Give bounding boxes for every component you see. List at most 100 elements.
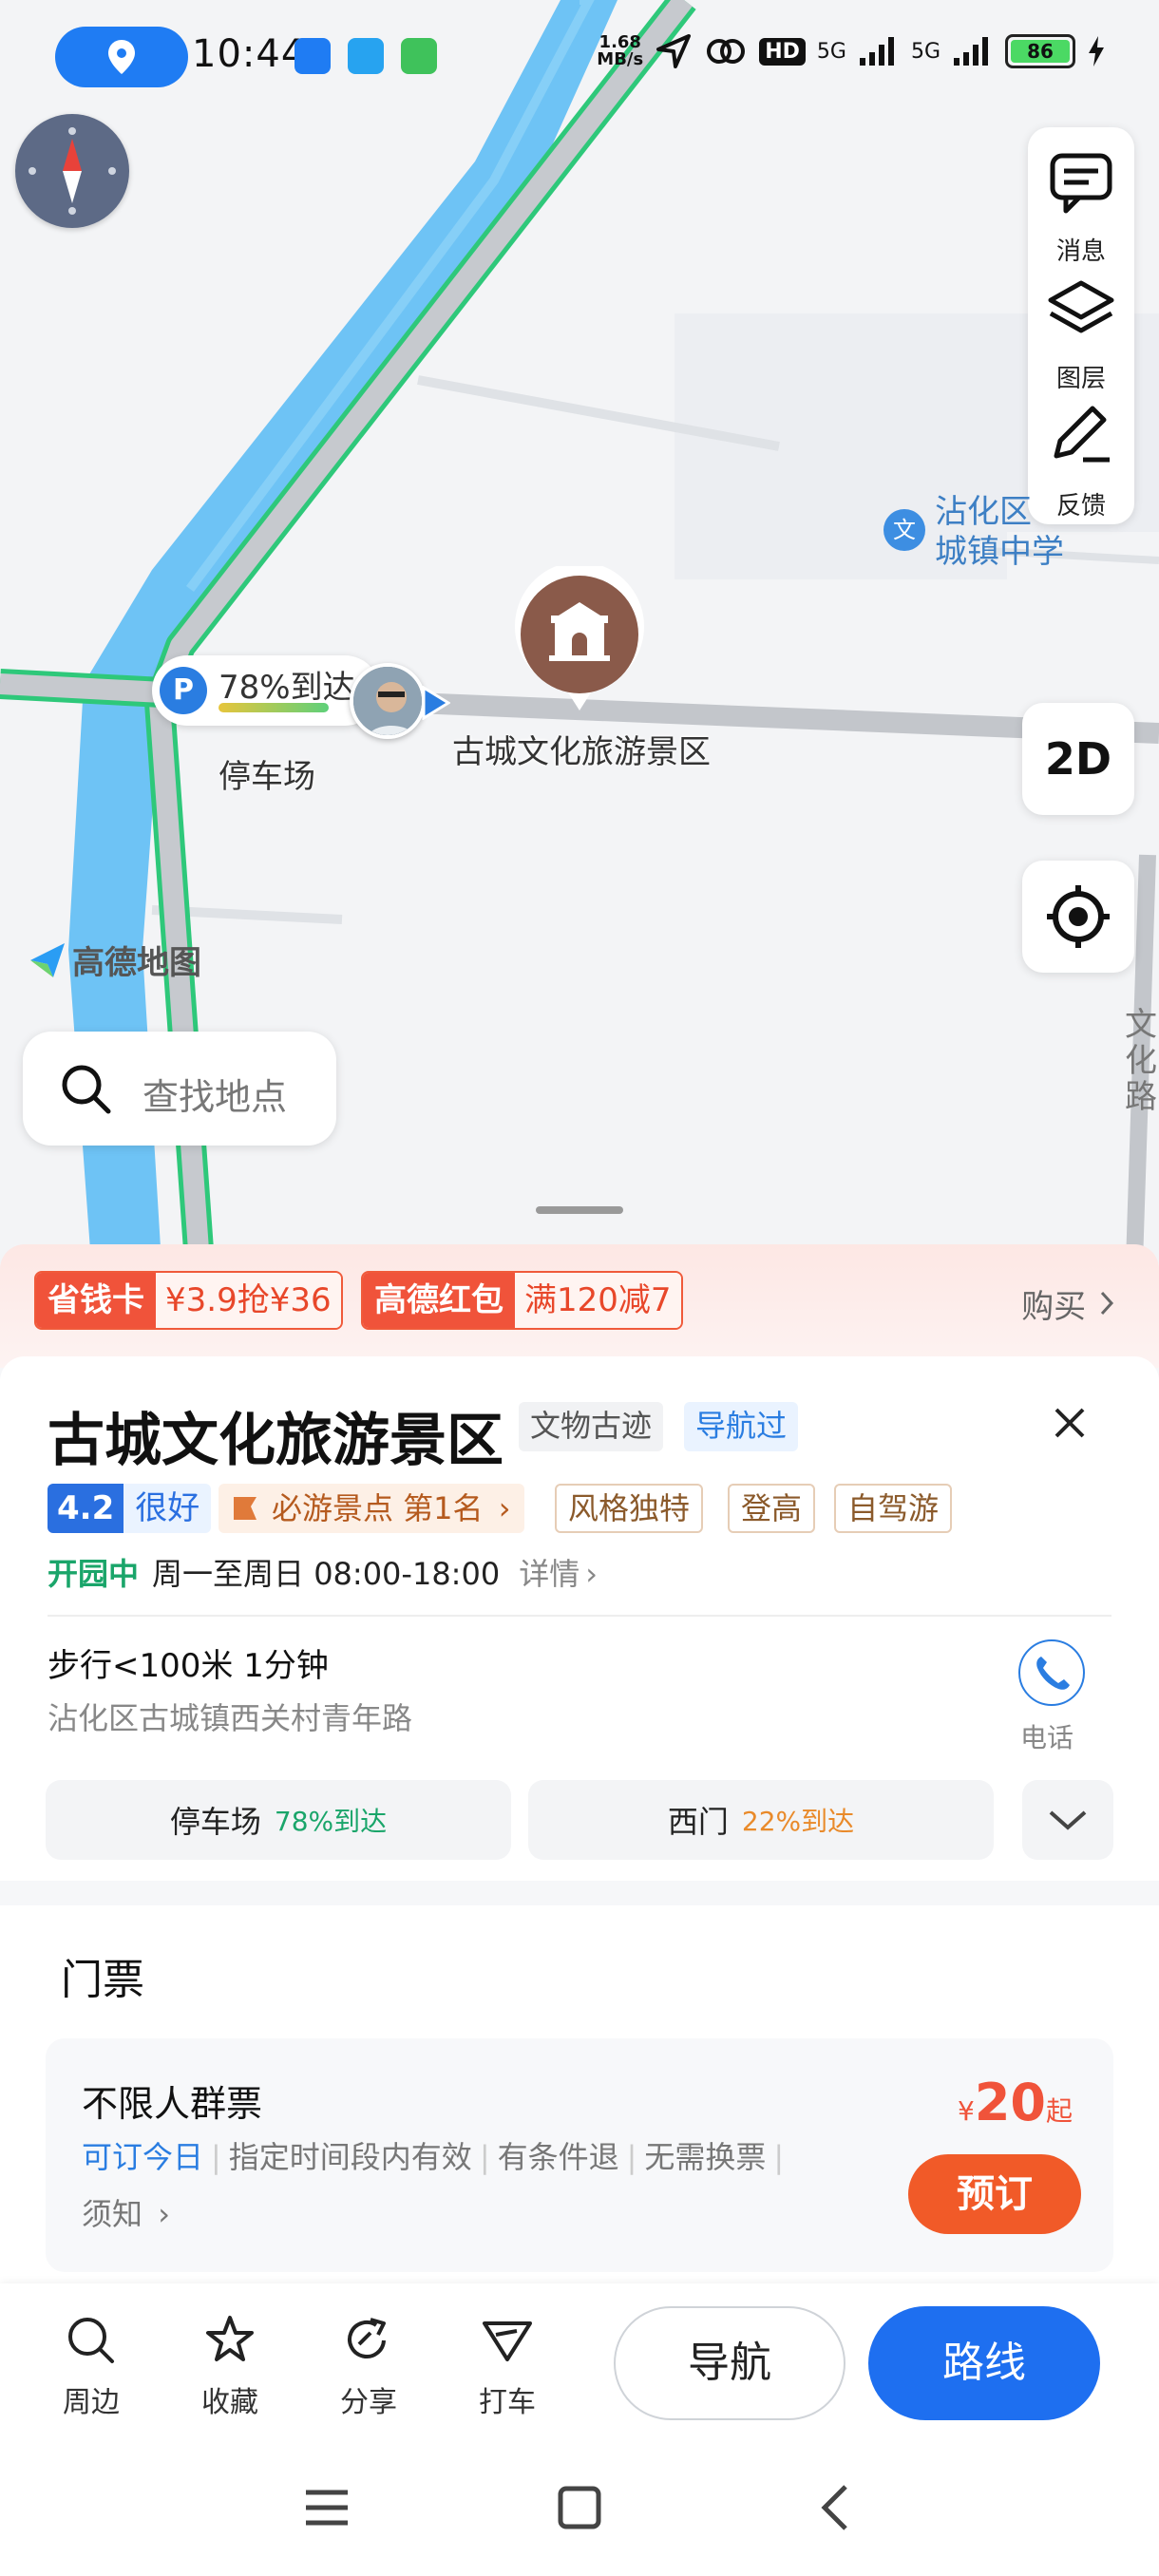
signal-strength-icon-2 <box>954 37 988 66</box>
nearby-button[interactable]: 周边 <box>44 2312 139 2420</box>
chevron-right-icon <box>1100 1291 1114 1316</box>
ranking-flag-icon <box>234 1497 256 1520</box>
scenic-poi-label[interactable]: 古城文化旅游景区 <box>452 726 711 772</box>
search-icon <box>62 1065 111 1114</box>
taxi-icon <box>483 2321 532 2361</box>
entrance-west-gate-button[interactable]: 西门 22%到达 <box>528 1780 994 1860</box>
parking-label[interactable]: 停车场 <box>218 750 315 797</box>
phone-button[interactable] <box>1018 1639 1085 1706</box>
battery-level: 86 <box>1011 40 1070 63</box>
must-see-ranking[interactable]: 必游景点 第1名 › <box>218 1484 524 1533</box>
locate-me-button[interactable] <box>1022 861 1134 973</box>
menu-icon[interactable] <box>300 2483 353 2532</box>
hotspot-icon <box>707 39 746 64</box>
ride-hailing-button[interactable]: 打车 <box>460 2312 555 2420</box>
feature-tag-3: 自驾游 <box>834 1484 953 1533</box>
savings-card-promo[interactable]: 省钱卡 ¥3.9抢¥36 <box>34 1271 343 1330</box>
search-place-input[interactable]: 查找地点 <box>23 1032 336 1146</box>
navigation-arrow-icon <box>656 34 692 68</box>
school-poi-label[interactable]: 沾化区 城镇中学 <box>935 492 1064 572</box>
share-button[interactable]: 分享 <box>321 2312 416 2420</box>
place-detail-card: 古城文化旅游景区 文物古迹 导航过 4.2 很好 必游景点 第1名 › 风格独特… <box>0 1356 1159 1881</box>
layers-button[interactable]: 图层 <box>1028 272 1134 395</box>
savings-card-offer: ¥3.9抢¥36 <box>156 1273 341 1328</box>
view-mode-button[interactable]: 2D <box>1022 703 1134 815</box>
school-label-line1: 沾化区 <box>935 493 1032 531</box>
status-bar: 10:44 1.68 MB/s HD 5G 5G 86 <box>0 0 1159 114</box>
ticket-condition: 有条件退 <box>497 2139 619 2175</box>
heading-arrow-icon <box>422 686 450 720</box>
favorite-label: 收藏 <box>201 2386 258 2419</box>
walk-info: 步行<100米 1分钟 <box>48 1647 329 1685</box>
feature-tag-1: 风格独特 <box>555 1484 704 1533</box>
sheet-drag-handle[interactable] <box>536 1206 623 1214</box>
route-button[interactable]: 路线 <box>868 2306 1100 2420</box>
message-icon <box>1050 153 1112 214</box>
battery-icon: 86 <box>1005 34 1075 68</box>
school-poi-icon[interactable]: 文 <box>884 509 925 551</box>
phone-label: 电话 <box>1020 1722 1074 1753</box>
book-ticket-button[interactable]: 预订 <box>908 2154 1081 2234</box>
ticket-notice-link[interactable]: 须知 › <box>82 2190 170 2234</box>
must-see-label: 必游景点 第1名 <box>272 1490 484 1526</box>
parking-icon: P <box>160 667 207 714</box>
app-notification-icon <box>294 38 331 74</box>
compass-button[interactable] <box>15 114 129 228</box>
visited-tag: 导航过 <box>684 1402 799 1451</box>
chevron-right-icon: › <box>498 1490 511 1526</box>
status-right: 1.68 MB/s HD 5G 5G 86 <box>597 32 1106 70</box>
parking-arrival-bar <box>218 703 329 712</box>
more-entrances-button[interactable] <box>1022 1780 1113 1860</box>
signal-label-1: 5G <box>816 39 846 64</box>
parking-arrival-rate: 78%到达 <box>218 669 355 707</box>
system-navigation-bar <box>0 2439 1159 2576</box>
android-notification-icon <box>401 38 437 74</box>
navigate-button[interactable]: 导航 <box>614 2306 846 2420</box>
back-icon[interactable] <box>809 2483 863 2532</box>
chevron-right-icon: › <box>158 2196 170 2232</box>
locate-target-icon <box>1047 885 1110 948</box>
layers-label: 图层 <box>1055 365 1106 393</box>
charging-bolt-icon <box>1089 36 1104 66</box>
favorite-button[interactable]: 收藏 <box>182 2312 277 2420</box>
red-packet-promo[interactable]: 高德红包 满120减7 <box>361 1271 683 1330</box>
messages-button[interactable]: 消息 <box>1028 144 1134 268</box>
place-title: 古城文化旅游景区 <box>48 1408 504 1474</box>
rating-badge[interactable]: 4.2 很好 <box>48 1484 212 1533</box>
ticket-price: ¥20起 <box>958 2073 1073 2132</box>
school-label-line2: 城镇中学 <box>935 533 1064 571</box>
amap-brand-logo: 高德地图 <box>27 937 201 983</box>
savings-card-label: 省钱卡 <box>36 1273 156 1328</box>
home-icon[interactable] <box>553 2483 606 2532</box>
signal-strength-icon <box>859 37 894 66</box>
star-icon <box>206 2316 254 2361</box>
ticket-item[interactable]: 不限人群票 可订今日 | 指定时间段内有效 | 有条件退 | 无需换票 | 须知 › ¥20起… <box>46 2038 1113 2272</box>
entrance-name: 停车场 <box>169 1804 261 1840</box>
ticket-condition: 指定时间段内有效 <box>228 2139 472 2175</box>
share-label: 分享 <box>340 2386 397 2419</box>
parking-entrance-marker[interactable]: P 78%到达 <box>152 655 380 726</box>
opening-hours[interactable]: 开园中 周一至周日 08:00-18:00 详情 › <box>48 1550 598 1594</box>
red-packet-label: 高德红包 <box>363 1273 515 1328</box>
location-pin-icon <box>108 40 135 74</box>
chevron-right-icon: › <box>585 1556 598 1592</box>
entrance-parking-button[interactable]: 停车场 78%到达 <box>46 1780 511 1860</box>
rating-word: 很好 <box>124 1484 212 1533</box>
tickets-heading: 门票 <box>61 1956 144 2004</box>
hd-voice-badge: HD <box>759 37 806 66</box>
phone-icon <box>1036 1657 1070 1690</box>
buy-link[interactable]: 购买 <box>1021 1280 1117 1327</box>
scenic-poi-marker[interactable] <box>511 561 648 718</box>
map-view[interactable]: 10:44 1.68 MB/s HD 5G 5G 86 消息 图层 反馈 文 沾… <box>0 0 1159 1263</box>
hours-details-link[interactable]: 详情 <box>519 1556 580 1592</box>
compass-icon <box>28 127 116 215</box>
user-location-avatar[interactable] <box>350 663 426 739</box>
close-card-button[interactable] <box>1051 1400 1089 1453</box>
amap-brand-text: 高德地图 <box>72 944 201 982</box>
entrance-name: 西门 <box>667 1804 729 1840</box>
messages-label: 消息 <box>1055 237 1106 266</box>
location-sharing-pill[interactable] <box>55 27 188 87</box>
search-placeholder: 查找地点 <box>142 1076 288 1118</box>
price-suffix: 起 <box>1045 2095 1073 2127</box>
promo-band: 省钱卡 ¥3.9抢¥36 高德红包 满120减7 购买 <box>0 1244 1159 1368</box>
